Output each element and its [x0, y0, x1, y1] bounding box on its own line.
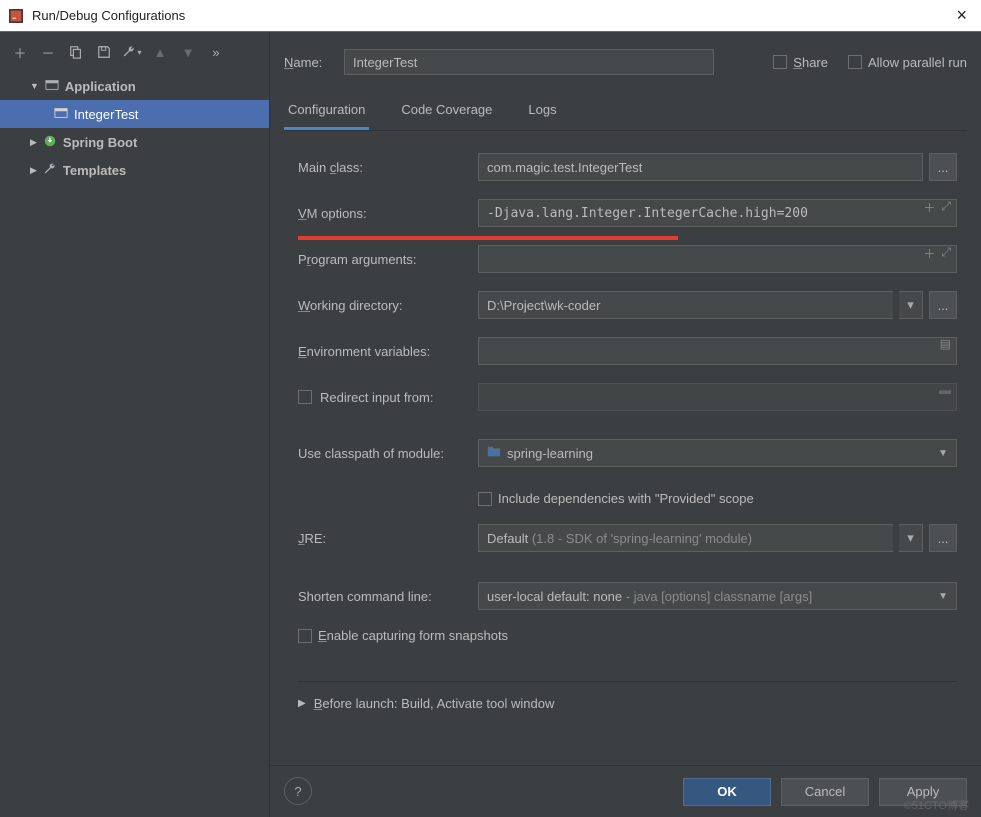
- tree-label: Spring Boot: [63, 135, 137, 150]
- config-tree: ▼ Application IntegerTest ▶ Spring Boot …: [0, 72, 269, 184]
- working-directory-label: Working directory:: [298, 298, 478, 313]
- shorten-select[interactable]: user-local default: none - java [options…: [478, 582, 957, 610]
- allow-parallel-checkbox[interactable]: Allow parallel run: [848, 55, 967, 70]
- env-variables-input[interactable]: [478, 337, 957, 365]
- working-dir-history-button[interactable]: ▾: [899, 291, 923, 319]
- shorten-label: Shorten command line:: [298, 589, 478, 604]
- tree-node-application[interactable]: ▼ Application: [0, 72, 269, 100]
- name-input[interactable]: [344, 49, 714, 75]
- main-class-input[interactable]: [478, 153, 923, 181]
- browse-main-class-button[interactable]: ...: [929, 153, 957, 181]
- tree-item-integertest[interactable]: IntegerTest: [0, 100, 269, 128]
- classpath-select[interactable]: spring-learning ▼: [478, 439, 957, 467]
- tree-label: IntegerTest: [74, 107, 138, 122]
- down-icon[interactable]: ▼: [176, 40, 200, 64]
- program-arguments-label: Program arguments:: [298, 252, 478, 267]
- program-arguments-input[interactable]: [478, 245, 957, 273]
- redirect-input-path: [478, 383, 957, 411]
- remove-icon[interactable]: －: [36, 40, 60, 64]
- configuration-form: Main class: ... VM options: ＋ ⤢: [284, 131, 967, 711]
- redirect-input-checkbox[interactable]: Redirect input from:: [298, 390, 478, 405]
- classpath-label: Use classpath of module:: [298, 446, 478, 461]
- jre-value: Default (1.8 - SDK of 'spring-learning' …: [487, 531, 752, 546]
- share-checkbox[interactable]: Share: [773, 55, 828, 70]
- vm-options-label: VM options:: [298, 206, 478, 221]
- add-inline-icon[interactable]: ＋: [923, 199, 935, 216]
- app-icon: [8, 8, 24, 24]
- main-class-label: Main class:: [298, 160, 478, 175]
- jre-select[interactable]: Default (1.8 - SDK of 'spring-learning' …: [478, 524, 893, 552]
- more-icon[interactable]: »: [204, 40, 228, 64]
- tab-code-coverage[interactable]: Code Coverage: [397, 94, 496, 130]
- enable-snapshots-checkbox[interactable]: Enable capturing form snapshots: [298, 628, 508, 643]
- springboot-icon: [43, 134, 57, 151]
- list-icon[interactable]: ▤: [940, 337, 951, 351]
- tree-node-springboot[interactable]: ▶ Spring Boot: [0, 128, 269, 156]
- chevron-down-icon: ▼: [938, 591, 948, 602]
- shorten-value: user-local default: none - java [options…: [487, 589, 812, 604]
- classpath-value: spring-learning: [507, 446, 593, 461]
- main-panel: Name: Share Allow parallel run Configura…: [270, 32, 981, 817]
- sidebar: ＋ － ▾ ▲ ▼ » ▼ Application IntegerTest ▶ …: [0, 32, 270, 817]
- jre-label: JRE:: [298, 531, 478, 546]
- tabs: Configuration Code Coverage Logs: [284, 94, 967, 131]
- include-deps-checkbox[interactable]: Include dependencies with "Provided" sco…: [478, 491, 754, 506]
- chevron-down-icon: ▼: [938, 448, 948, 459]
- tab-logs[interactable]: Logs: [524, 94, 560, 130]
- application-item-icon: [54, 106, 68, 123]
- module-icon: [487, 445, 501, 462]
- folder-icon: ▬: [939, 383, 951, 397]
- save-icon[interactable]: [92, 40, 116, 64]
- application-icon: [45, 78, 59, 95]
- browse-working-dir-button[interactable]: ...: [929, 291, 957, 319]
- browse-jre-button[interactable]: ...: [929, 524, 957, 552]
- tree-label: Application: [65, 79, 136, 94]
- watermark: ©51CTO博客: [904, 797, 969, 813]
- name-label: Name:: [284, 55, 336, 70]
- wrench-icon: [43, 162, 57, 179]
- tree-label: Templates: [63, 163, 126, 178]
- window-title: Run/Debug Configurations: [32, 8, 185, 23]
- title-bar: Run/Debug Configurations ×: [0, 0, 981, 32]
- up-icon[interactable]: ▲: [148, 40, 172, 64]
- expand-icon[interactable]: ⤢: [941, 199, 951, 216]
- tab-configuration[interactable]: Configuration: [284, 94, 369, 130]
- expand-icon[interactable]: ⤢: [941, 245, 951, 262]
- close-icon[interactable]: ×: [950, 5, 973, 26]
- vm-options-input[interactable]: [478, 199, 957, 227]
- add-icon[interactable]: ＋: [8, 40, 32, 64]
- tree-node-templates[interactable]: ▶ Templates: [0, 156, 269, 184]
- add-inline-icon[interactable]: ＋: [923, 245, 935, 262]
- env-variables-label: Environment variables:: [298, 344, 478, 359]
- copy-icon[interactable]: [64, 40, 88, 64]
- working-directory-input[interactable]: [478, 291, 893, 319]
- expand-right-icon: ▶: [298, 698, 306, 709]
- before-launch-section[interactable]: ▶ Before launch: Build, Activate tool wi…: [298, 696, 957, 711]
- ok-button[interactable]: OK: [683, 778, 771, 806]
- expand-icon: ▶: [30, 165, 37, 176]
- dialog-footer: ? OK Cancel Apply ©51CTO博客: [270, 765, 981, 817]
- expand-icon: ▶: [30, 137, 37, 148]
- sidebar-toolbar: ＋ － ▾ ▲ ▼ »: [0, 32, 269, 72]
- cancel-button[interactable]: Cancel: [781, 778, 869, 806]
- wrench-icon[interactable]: ▾: [120, 40, 144, 64]
- help-button[interactable]: ?: [284, 777, 312, 805]
- jre-dropdown-button[interactable]: ▾: [899, 524, 923, 552]
- expand-icon: ▼: [30, 81, 39, 91]
